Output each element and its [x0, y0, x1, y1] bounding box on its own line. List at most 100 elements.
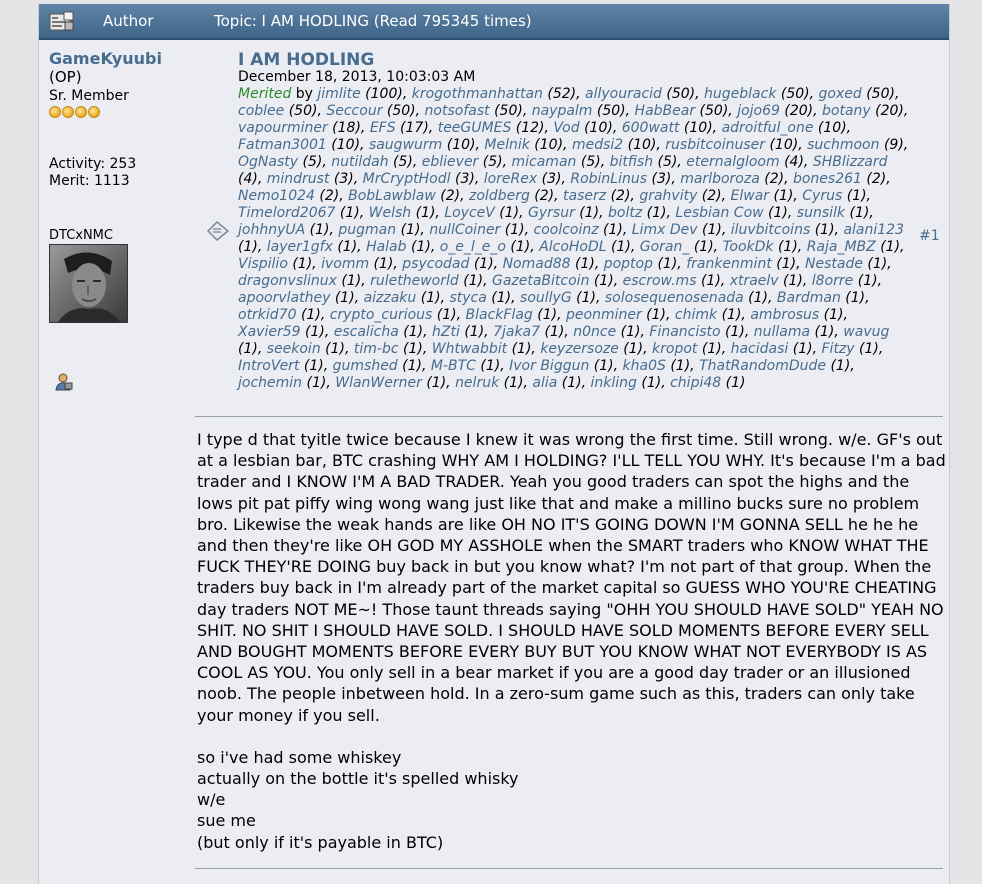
post-subject-link[interactable]: I AM HODLING	[238, 50, 374, 70]
meriter-link[interactable]: botany	[822, 103, 871, 119]
meriter-link[interactable]: naypalm	[532, 103, 593, 119]
meriter-link[interactable]: chipi48	[670, 375, 721, 391]
meriter-link[interactable]: Vod	[553, 120, 579, 136]
meriter-link[interactable]: Gyrsur	[528, 205, 575, 221]
meriter-link[interactable]: Goran_	[640, 239, 690, 255]
meriter-link[interactable]: EFS	[370, 120, 396, 136]
meriter-link[interactable]: taserz	[563, 188, 606, 204]
meriter-link[interactable]: vapourminer	[238, 120, 328, 136]
meriter-link[interactable]: grahvity	[639, 188, 697, 204]
meriter-link[interactable]: Whtwabbit	[432, 341, 507, 357]
meriter-link[interactable]: Nestade	[805, 256, 863, 272]
meriter-link[interactable]: bones261	[793, 171, 862, 187]
meriter-link[interactable]: kha0S	[623, 358, 666, 374]
meriter-link[interactable]: poptop	[604, 256, 653, 272]
meriter-link[interactable]: marlboroza	[680, 171, 760, 187]
meriter-link[interactable]: M-BTC	[431, 358, 476, 374]
meriter-link[interactable]: peonminer	[566, 307, 642, 323]
meriter-link[interactable]: jojo69	[737, 103, 780, 119]
meriter-link[interactable]: Fatman3001	[238, 137, 327, 153]
meriter-link[interactable]: nutildah	[331, 154, 388, 170]
meriter-link[interactable]: gumshed	[333, 358, 398, 374]
meriter-link[interactable]: hugeblack	[704, 86, 776, 102]
meriter-link[interactable]: kropot	[652, 341, 697, 357]
meriter-link[interactable]: jimlite	[317, 86, 360, 102]
poster-name-link[interactable]: GameKyuubi	[49, 49, 199, 68]
meriter-link[interactable]: nullama	[754, 324, 810, 340]
meriter-link[interactable]: n0nce	[573, 324, 616, 340]
meriter-link[interactable]: suchmoon	[807, 137, 879, 153]
meriter-link[interactable]: Timelord2067	[238, 205, 335, 221]
meriter-link[interactable]: styca	[449, 290, 486, 306]
meriter-link[interactable]: apoorvlathey	[238, 290, 330, 306]
meriter-link[interactable]: inkling	[591, 375, 637, 391]
meriter-link[interactable]: nelruk	[455, 375, 499, 391]
user-profile-icon[interactable]	[55, 373, 73, 391]
meriter-link[interactable]: alani123	[843, 222, 904, 238]
meriter-link[interactable]: coolcoinz	[534, 222, 599, 238]
meriter-link[interactable]: RobinLinus	[570, 171, 647, 187]
meriter-link[interactable]: teeGUMES	[438, 120, 512, 136]
meriter-link[interactable]: xtraelv	[730, 273, 779, 289]
meriter-link[interactable]: goxed	[819, 86, 862, 102]
meriter-link[interactable]: l8orre	[812, 273, 854, 289]
meriter-link[interactable]: BobLawblaw	[348, 188, 436, 204]
meriter-link[interactable]: frankenmint	[686, 256, 772, 272]
meriter-link[interactable]: AlcoHoDL	[539, 239, 606, 255]
meriter-link[interactable]: ruletheworld	[370, 273, 459, 289]
meriter-link[interactable]: escrow.ms	[623, 273, 697, 289]
meriter-link[interactable]: Financisto	[649, 324, 720, 340]
meriter-link[interactable]: chimk	[675, 307, 717, 323]
meriter-link[interactable]: coblee	[238, 103, 284, 119]
meriter-link[interactable]: layer1gfx	[267, 239, 333, 255]
meriter-link[interactable]: Vispilio	[238, 256, 288, 272]
meriter-link[interactable]: loreRex	[484, 171, 537, 187]
meriter-link[interactable]: dragonvslinux	[238, 273, 337, 289]
meriter-link[interactable]: jochemin	[238, 375, 302, 391]
meriter-link[interactable]: hZti	[432, 324, 460, 340]
meriter-link[interactable]: solosequenosenada	[605, 290, 744, 306]
meriter-link[interactable]: sunsilk	[797, 205, 845, 221]
meriter-link[interactable]: micaman	[512, 154, 577, 170]
meriter-link[interactable]: Seccour	[326, 103, 382, 119]
meriter-link[interactable]: GazetaBitcoin	[492, 273, 589, 289]
meriter-link[interactable]: escalicha	[334, 324, 399, 340]
meriter-link[interactable]: Nemo1024	[238, 188, 315, 204]
meriter-link[interactable]: psycodad	[402, 256, 469, 272]
meriter-link[interactable]: IntroVert	[238, 358, 299, 374]
meriter-link[interactable]: Raja_MBZ	[807, 239, 876, 255]
meriter-link[interactable]: johhnyUA	[238, 222, 305, 238]
meriter-link[interactable]: hacidasi	[731, 341, 789, 357]
meriter-link[interactable]: Fitzy	[822, 341, 855, 357]
meriter-link[interactable]: MrCryptHodl	[363, 171, 451, 187]
post-number-link[interactable]: #1	[919, 228, 940, 244]
meriter-link[interactable]: saugwurm	[369, 137, 442, 153]
meriter-link[interactable]: SHBlizzard	[813, 154, 888, 170]
meriter-link[interactable]: Xavier59	[238, 324, 301, 340]
meriter-link[interactable]: pugman	[338, 222, 396, 238]
meriter-link[interactable]: o_e_l_e_o	[440, 239, 506, 255]
meriter-link[interactable]: mindrust	[267, 171, 330, 187]
meriter-link[interactable]: ThatRandomDude	[699, 358, 826, 374]
meriter-link[interactable]: Halab	[366, 239, 406, 255]
meriter-link[interactable]: bitfish	[610, 154, 653, 170]
meriter-link[interactable]: keyzersoze	[540, 341, 619, 357]
meriter-link[interactable]: iluvbitcoins	[731, 222, 811, 238]
meriter-link[interactable]: aizzaku	[364, 290, 417, 306]
meriter-link[interactable]: wavug	[843, 324, 889, 340]
meriter-link[interactable]: Welsh	[369, 205, 412, 221]
meriter-link[interactable]: Melnik	[484, 137, 529, 153]
meriter-link[interactable]: medsi2	[572, 137, 623, 153]
meriter-link[interactable]: Nomad88	[503, 256, 571, 272]
meriter-link[interactable]: 600watt	[622, 120, 680, 136]
meriter-link[interactable]: ambrosus	[750, 307, 819, 323]
meriter-link[interactable]: adroitful_one	[722, 120, 814, 136]
meriter-link[interactable]: otrkid70	[238, 307, 297, 323]
meriter-link[interactable]: WlanWerner	[335, 375, 422, 391]
meriter-link[interactable]: allyouracid	[585, 86, 662, 102]
meriter-link[interactable]: seekoin	[267, 341, 321, 357]
meriter-link[interactable]: ivomm	[321, 256, 369, 272]
meriter-link[interactable]: HabBear	[635, 103, 696, 119]
meriter-link[interactable]: zoldberg	[469, 188, 530, 204]
meriter-link[interactable]: Bardman	[777, 290, 841, 306]
